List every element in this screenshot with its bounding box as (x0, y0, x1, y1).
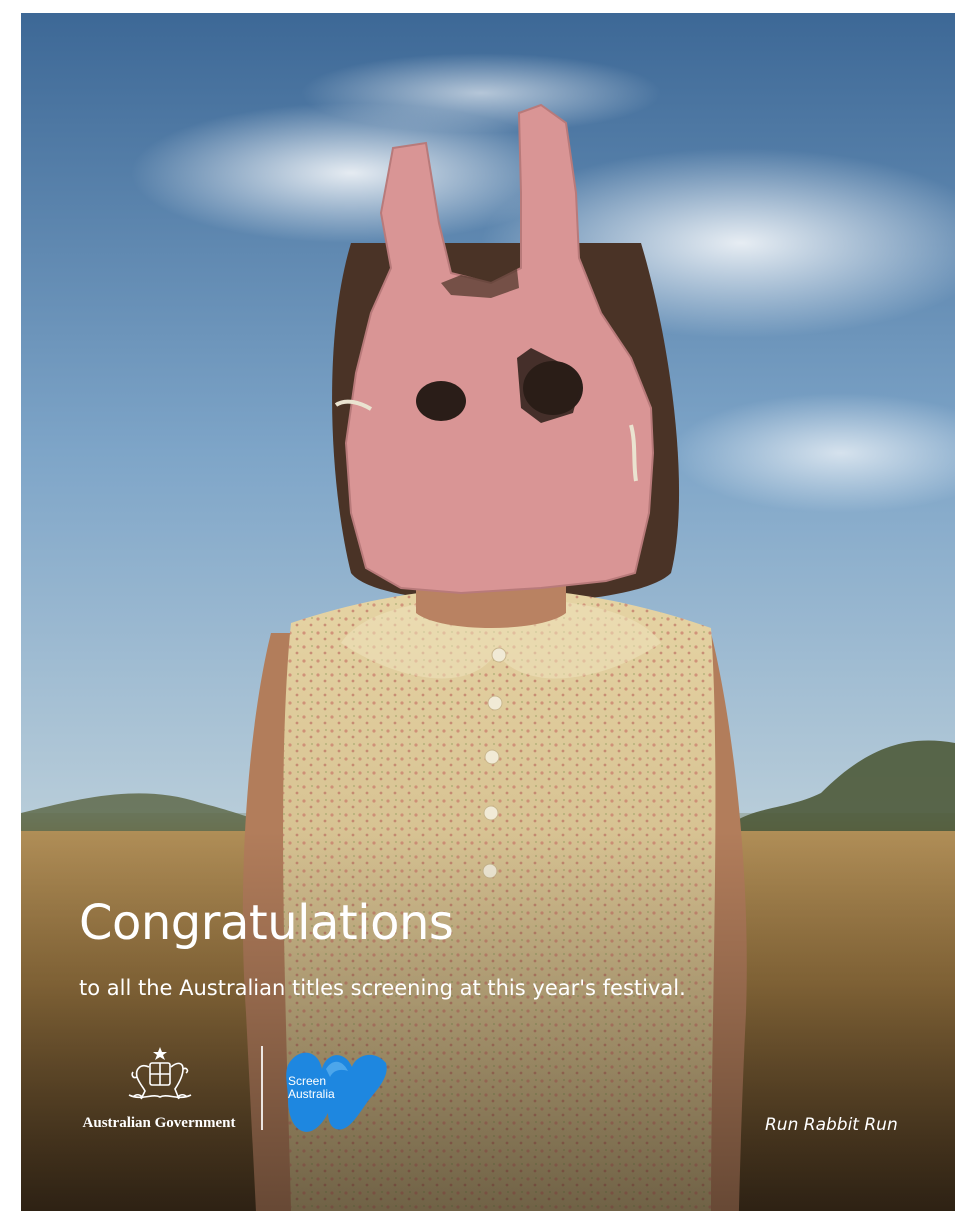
poster: Congratulations to all the Australian ti… (21, 13, 955, 1211)
bottom-shade (21, 831, 955, 1211)
headline: Congratulations (79, 895, 454, 951)
logo-divider (261, 1046, 263, 1130)
screen-australia-wordmark: Screen Australia (288, 1075, 335, 1101)
subheadline: to all the Australian titles screening a… (79, 976, 686, 1000)
screen-australia-line2: Australia (288, 1087, 335, 1101)
coat-of-arms-icon (128, 1047, 192, 1100)
australian-government-wordmark: Australian Government (82, 1115, 236, 1131)
australian-government-logo: Australian Government (75, 1045, 243, 1135)
film-title: Run Rabbit Run (765, 1115, 898, 1135)
